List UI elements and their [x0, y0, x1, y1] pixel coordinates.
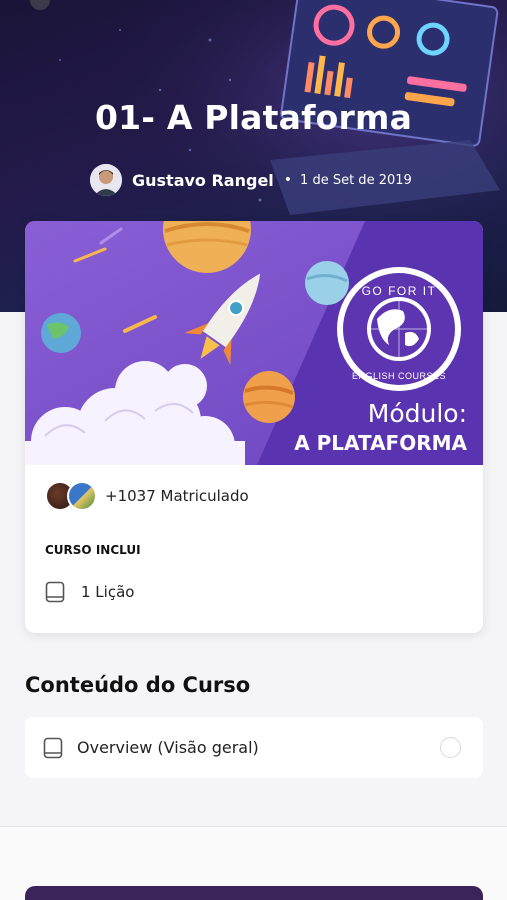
lessons-count: 1 Lição	[81, 583, 135, 601]
publish-date: 1 de Set de 2019	[300, 172, 412, 188]
course-banner: GO FOR IT ENGLISH COURSES Módulo: A PLAT…	[25, 221, 483, 465]
lesson-title: Overview (Visão geral)	[77, 738, 259, 757]
author-name[interactable]: Gustavo Rangel	[132, 171, 274, 190]
start-course-button[interactable]	[25, 886, 483, 900]
enrolled-row[interactable]: +1037 Matriculado	[45, 481, 249, 511]
logo-text-top: GO FOR IT	[362, 284, 437, 298]
banner-module-label: Módulo:	[367, 399, 467, 428]
course-title: 01- A Plataforma	[94, 98, 413, 137]
student-avatar	[67, 481, 97, 511]
course-card: GO FOR IT ENGLISH COURSES Módulo: A PLAT…	[25, 221, 483, 633]
enrolled-count: +1037 Matriculado	[105, 487, 249, 505]
lessons-count-row: 1 Lição	[45, 581, 134, 603]
logo-text-bottom: ENGLISH COURSES	[352, 371, 446, 381]
lesson-item[interactable]: Overview (Visão geral)	[25, 717, 483, 778]
banner-illustration: GO FOR IT ENGLISH COURSES	[25, 221, 483, 465]
book-icon	[43, 737, 63, 758]
book-icon	[45, 581, 65, 603]
banner-module-title: A PLATAFORMA	[294, 431, 467, 455]
lesson-complete-checkbox[interactable]	[440, 737, 461, 758]
author-avatar[interactable]	[90, 164, 122, 196]
course-content-heading: Conteúdo do Curso	[25, 673, 251, 697]
separator-dot: •	[283, 172, 293, 188]
author-row: Gustavo Rangel • 1 de Set de 2019	[90, 164, 412, 196]
course-includes-heading: CURSO INCLUI	[45, 543, 141, 557]
